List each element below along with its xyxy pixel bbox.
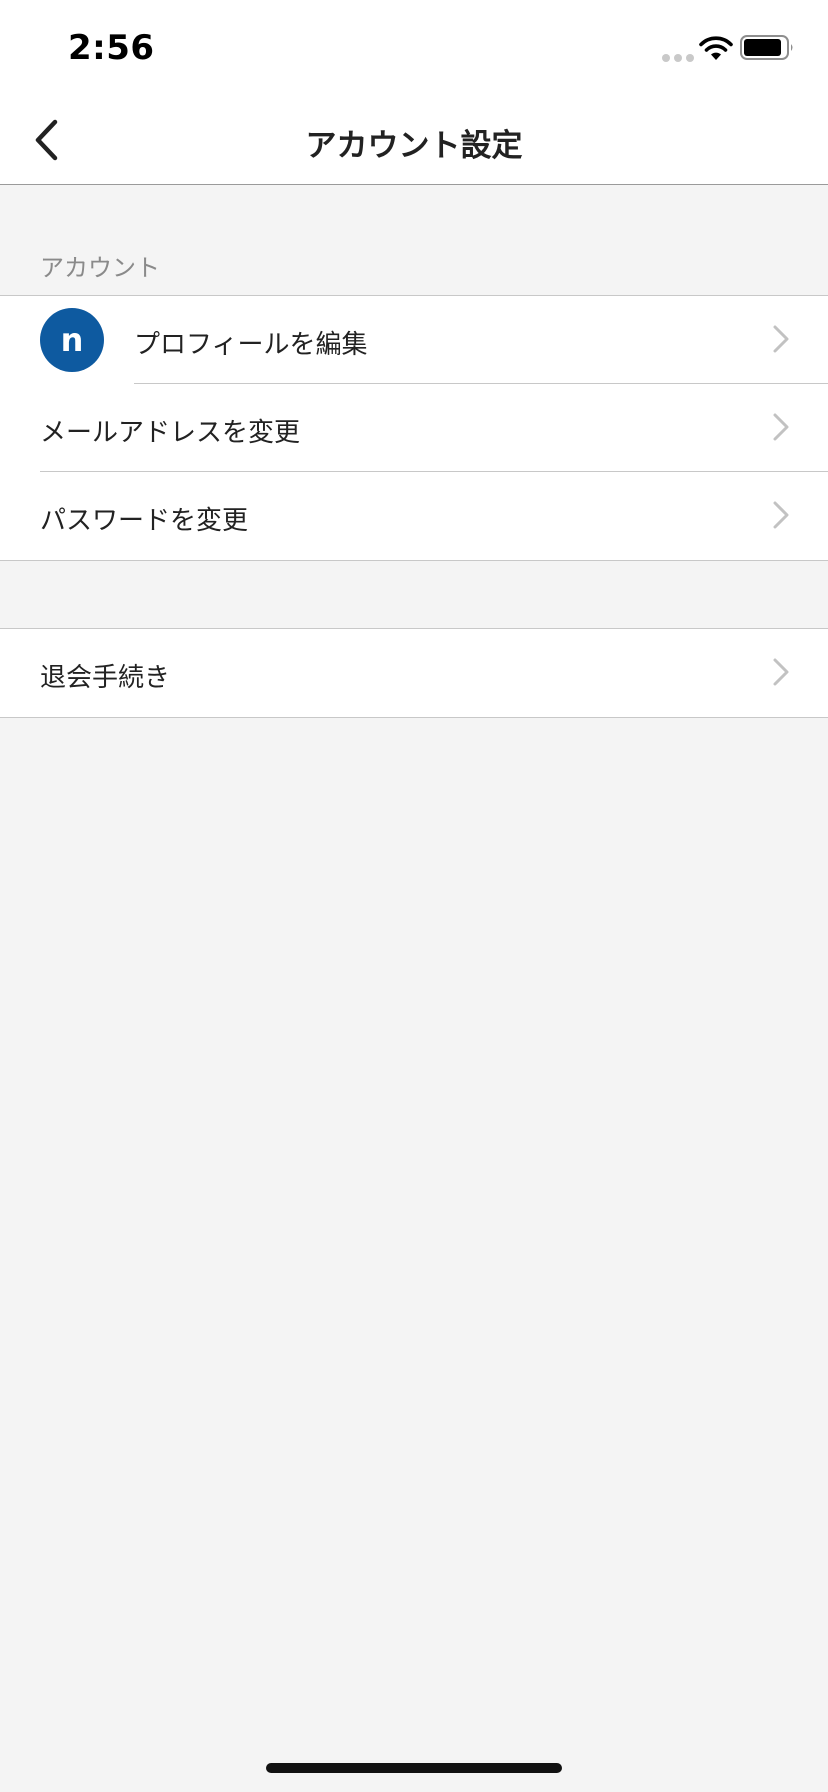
edit-profile-row[interactable]: n プロフィールを編集 [0, 296, 828, 384]
signal-dots-icon [662, 54, 694, 62]
withdraw-account-row[interactable]: 退会手続き [0, 629, 828, 717]
change-email-row[interactable]: メールアドレスを変更 [0, 384, 828, 472]
status-bar: 2:56 [0, 0, 828, 96]
status-time: 2:56 [68, 28, 155, 68]
battery-icon [740, 35, 793, 60]
chevron-right-icon [773, 658, 789, 686]
account-settings-group: n プロフィールを編集 メールアドレスを変更 パスワードを変更 [0, 295, 828, 561]
section-header-account: アカウント [40, 254, 160, 282]
home-indicator[interactable] [266, 1763, 562, 1773]
change-password-label: パスワードを変更 [40, 506, 249, 536]
wifi-icon [699, 36, 733, 60]
change-email-label: メールアドレスを変更 [40, 418, 301, 448]
avatar: n [40, 308, 104, 372]
navigation-bar: アカウント設定 [0, 96, 828, 185]
withdraw-account-label: 退会手続き [40, 663, 171, 693]
chevron-right-icon [773, 325, 789, 353]
avatar-letter: n [60, 321, 84, 359]
chevron-right-icon [773, 413, 789, 441]
edit-profile-label: プロフィールを編集 [134, 330, 368, 360]
withdrawal-group: 退会手続き [0, 628, 828, 718]
change-password-row[interactable]: パスワードを変更 [0, 472, 828, 560]
chevron-right-icon [773, 501, 789, 529]
page-title: アカウント設定 [305, 128, 523, 164]
